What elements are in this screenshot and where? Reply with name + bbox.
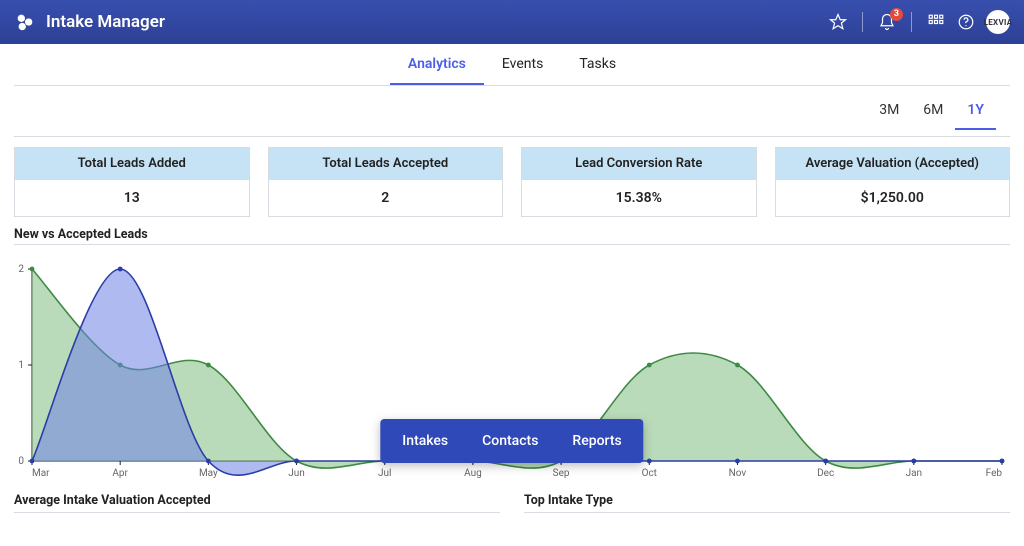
kpi-card-total-leads-added: Total Leads Added 13	[14, 147, 250, 217]
svg-text:Dec: Dec	[817, 468, 834, 479]
svg-text:Mar: Mar	[32, 468, 50, 479]
tab-tasks[interactable]: Tasks	[561, 46, 634, 85]
kpi-header: Average Valuation (Accepted)	[776, 148, 1010, 180]
section-divider	[524, 512, 1010, 513]
section-title: Average Intake Valuation Accepted	[14, 493, 500, 508]
leads-chart: 012MarAprMayJunJulAugSepOctNovDecJanFeb …	[14, 253, 1010, 485]
section-divider	[14, 512, 500, 513]
kpi-card-conversion-rate: Lead Conversion Rate 15.38%	[521, 147, 757, 217]
top-icon-group: 3 LEXVIA	[828, 10, 1010, 34]
section-divider	[14, 244, 1010, 245]
quick-action-contacts[interactable]: Contacts	[476, 429, 544, 453]
range-6m[interactable]: 6M	[911, 96, 955, 130]
svg-text:1: 1	[18, 360, 24, 371]
svg-text:Nov: Nov	[729, 468, 747, 479]
brand: Intake Manager	[14, 11, 165, 33]
section-title: Top Intake Type	[524, 493, 1010, 508]
avatar[interactable]: LEXVIA	[986, 10, 1010, 34]
kpi-value: $1,250.00	[776, 180, 1010, 216]
svg-text:May: May	[199, 468, 218, 479]
quick-action-intakes[interactable]: Intakes	[396, 429, 454, 453]
svg-text:Apr: Apr	[112, 468, 128, 479]
range-1y[interactable]: 1Y	[955, 96, 996, 130]
star-icon[interactable]	[828, 12, 848, 32]
section-title-leads: New vs Accepted Leads	[0, 223, 1024, 244]
help-icon[interactable]	[956, 12, 976, 32]
tab-events[interactable]: Events	[484, 46, 561, 85]
notification-badge: 3	[890, 8, 903, 21]
main-tabs: Analytics Events Tasks	[14, 44, 1010, 86]
top-bar: Intake Manager 3 LEXVIA	[0, 0, 1024, 44]
kpi-header: Total Leads Accepted	[269, 148, 503, 180]
svg-text:Jan: Jan	[906, 468, 922, 479]
kpi-row: Total Leads Added 13 Total Leads Accepte…	[0, 137, 1024, 223]
separator	[862, 12, 863, 32]
app-title: Intake Manager	[46, 12, 165, 32]
time-range: 3M 6M 1Y	[867, 96, 996, 130]
svg-text:Feb: Feb	[986, 468, 1003, 479]
tab-analytics[interactable]: Analytics	[390, 46, 484, 85]
kpi-value: 15.38%	[522, 180, 756, 216]
section-top-intake-type: Top Intake Type	[524, 493, 1010, 513]
kpi-value: 13	[15, 180, 249, 216]
svg-text:2: 2	[18, 264, 24, 275]
brand-logo-icon	[14, 11, 36, 33]
section-avg-valuation: Average Intake Valuation Accepted	[14, 493, 500, 513]
svg-text:Oct: Oct	[642, 468, 657, 479]
bottom-sections: Average Intake Valuation Accepted Top In…	[14, 493, 1010, 513]
bell-icon[interactable]: 3	[877, 12, 897, 32]
kpi-value: 2	[269, 180, 503, 216]
kpi-card-total-leads-accepted: Total Leads Accepted 2	[268, 147, 504, 217]
kpi-header: Total Leads Added	[15, 148, 249, 180]
svg-text:Jun: Jun	[288, 468, 305, 479]
separator	[911, 12, 912, 32]
kpi-header: Lead Conversion Rate	[522, 148, 756, 180]
quick-action-reports[interactable]: Reports	[566, 429, 627, 453]
app-root: Intake Manager 3 LEXVIA Analytics Events	[0, 0, 1024, 546]
kpi-card-avg-valuation: Average Valuation (Accepted) $1,250.00	[775, 147, 1011, 217]
svg-text:Jul: Jul	[378, 468, 391, 479]
apps-grid-icon[interactable]	[926, 12, 946, 32]
quick-action-bar: Intakes Contacts Reports	[380, 419, 643, 463]
range-3m[interactable]: 3M	[867, 96, 911, 130]
svg-text:Sep: Sep	[553, 468, 570, 479]
svg-text:Aug: Aug	[464, 468, 482, 479]
svg-text:0: 0	[18, 456, 24, 467]
time-range-row: 3M 6M 1Y	[14, 86, 1010, 137]
